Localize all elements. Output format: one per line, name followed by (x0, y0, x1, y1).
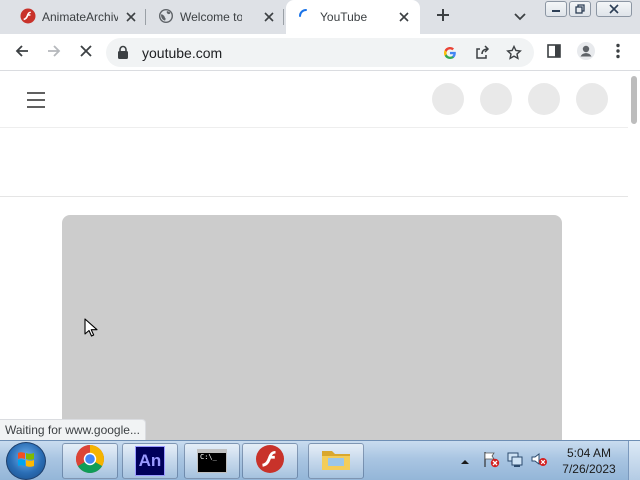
profile-button[interactable] (574, 41, 598, 65)
browser-menu-button[interactable] (606, 41, 630, 65)
share-icon[interactable] (472, 43, 492, 63)
side-panel-button[interactable] (542, 41, 566, 65)
taskbar-animate[interactable]: An (122, 443, 178, 479)
show-desktop-button[interactable] (628, 441, 640, 480)
taskbar-flash-player[interactable] (242, 443, 298, 479)
restore-icon (569, 1, 591, 17)
action-center-tray[interactable] (480, 441, 502, 480)
skeleton-circle (576, 83, 608, 115)
browser-toolbar: youtube.com (0, 34, 640, 71)
taskbar-cmd[interactable]: C:\_ (184, 443, 240, 479)
chrome-icon (75, 444, 105, 479)
forward-button[interactable] (42, 41, 66, 65)
url-text[interactable]: youtube.com (142, 45, 222, 61)
windows-logo-icon (16, 449, 36, 474)
plus-icon (436, 8, 450, 27)
close-window-button[interactable] (596, 0, 632, 18)
network-icon (506, 450, 524, 473)
hamburger-menu-icon[interactable] (24, 88, 48, 112)
clock-date: 7/26/2023 (562, 462, 616, 476)
tab-welcome-to-flashpoint[interactable]: Welcome to Flashpoint (146, 0, 284, 34)
tab-title: AnimateArchive (42, 10, 118, 24)
explorer-icon (320, 445, 352, 478)
youtube-page: Waiting for www.google... (0, 72, 640, 440)
skeleton-circle (432, 83, 464, 115)
animate-icon: An (135, 446, 165, 476)
clock-time: 5:04 AM (566, 446, 612, 460)
restore-button[interactable] (569, 0, 591, 18)
minimize-button[interactable] (545, 0, 567, 18)
back-button[interactable] (10, 41, 34, 65)
loading-spinner-icon (298, 8, 314, 24)
windows-taskbar: An C:\_ 5:04 AM 7/26/2023 (0, 440, 640, 480)
start-button[interactable] (6, 442, 46, 480)
close-tab-icon[interactable] (124, 10, 138, 24)
skeleton-circle (528, 83, 560, 115)
flash-player-icon (255, 444, 285, 479)
taskbar-chrome[interactable] (62, 443, 118, 479)
chip-bar-placeholder (0, 129, 628, 197)
back-icon (14, 43, 30, 64)
lock-icon[interactable] (116, 45, 130, 60)
globe-icon (158, 8, 174, 24)
screen: AnimateArchive Welcome to Flashpoint You… (0, 0, 640, 480)
tab-search-button[interactable] (510, 8, 530, 26)
tab-animatearchive[interactable]: AnimateArchive (8, 0, 146, 34)
profile-icon (576, 41, 596, 66)
forward-icon (46, 43, 62, 64)
google-icon[interactable] (440, 43, 460, 63)
volume-tray[interactable] (528, 441, 550, 480)
minimize-icon (545, 1, 567, 17)
close-tab-icon[interactable] (262, 10, 276, 24)
status-bubble: Waiting for www.google... (0, 419, 146, 440)
tab-title: Welcome to Flashpoint (180, 10, 242, 24)
bookmark-star-icon[interactable] (504, 43, 524, 63)
system-clock[interactable]: 5:04 AM 7/26/2023 (556, 445, 622, 477)
close-tab-icon[interactable] (397, 10, 411, 24)
tab-youtube[interactable]: YouTube (286, 0, 420, 34)
action-center-flag-icon (482, 450, 500, 473)
tab-strip: AnimateArchive Welcome to Flashpoint You… (0, 0, 640, 34)
cmd-icon: C:\_ (197, 449, 227, 473)
page-scrollbar[interactable] (628, 72, 640, 440)
new-tab-button[interactable] (432, 6, 454, 28)
video-skeleton-placeholder (62, 215, 562, 440)
menu-dots-icon (616, 43, 620, 64)
mouse-cursor-icon (84, 318, 98, 338)
side-panel-icon (546, 43, 562, 64)
address-bar[interactable]: youtube.com (106, 38, 534, 67)
stop-loading-icon (79, 44, 93, 63)
scrollbar-thumb[interactable] (631, 76, 637, 124)
network-tray[interactable] (504, 441, 526, 480)
close-window-icon (596, 1, 632, 17)
volume-muted-icon (530, 450, 548, 473)
flash-icon (20, 8, 36, 24)
stop-loading-button[interactable] (74, 41, 98, 65)
youtube-header (0, 72, 628, 128)
skeleton-circle (480, 83, 512, 115)
tab-title: YouTube (320, 10, 368, 24)
show-hidden-icons-button[interactable] (458, 441, 472, 480)
chevron-up-icon (460, 452, 470, 470)
chevron-down-icon (514, 8, 526, 26)
taskbar-explorer[interactable] (308, 443, 364, 479)
